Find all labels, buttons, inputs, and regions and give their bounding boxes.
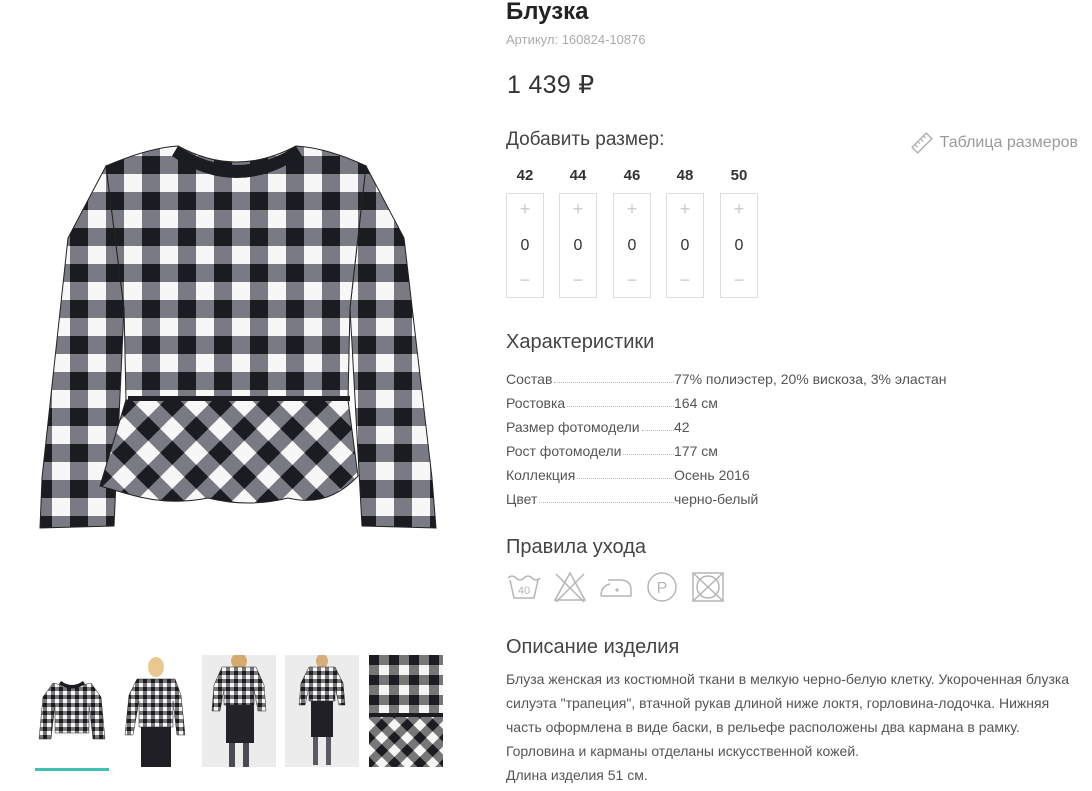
characteristic-value: Осень 2016 xyxy=(674,467,750,483)
thumbnail-blouse-front[interactable] xyxy=(35,655,109,767)
product-sku: Артикул: 160824-10876 xyxy=(506,32,646,47)
decrement-button[interactable]: − xyxy=(507,269,543,293)
quantity-stepper: + 0 − xyxy=(559,193,597,298)
dotted-leader xyxy=(623,454,674,455)
quantity-value[interactable]: 0 xyxy=(574,237,583,255)
quantity-stepper: + 0 − xyxy=(666,193,704,298)
size-option-50: 50 + 0 − xyxy=(720,166,758,298)
quantity-stepper: + 0 − xyxy=(720,193,758,298)
dotted-leader xyxy=(577,478,674,479)
size-table-label: Таблица размеров xyxy=(939,134,1078,151)
size-option-44: 44 + 0 − xyxy=(559,166,597,298)
increment-button[interactable]: + xyxy=(614,198,650,222)
size-option-48: 48 + 0 − xyxy=(666,166,704,298)
no-bleach-icon xyxy=(553,571,587,603)
increment-button[interactable]: + xyxy=(507,198,543,222)
add-size-heading: Добавить размер: xyxy=(506,129,665,150)
size-label: 44 xyxy=(569,167,587,184)
description-heading: Описание изделия xyxy=(506,636,680,658)
quantity-value[interactable]: 0 xyxy=(735,237,744,255)
dotted-leader xyxy=(539,502,674,503)
size-option-46: 46 + 0 − xyxy=(613,166,651,298)
size-table-link[interactable]: Таблица размеров xyxy=(910,131,1078,155)
characteristic-name: Состав xyxy=(506,371,553,387)
iron-low-icon xyxy=(600,579,632,597)
description-line: силуэта "трапеция", втачной рукав длиной… xyxy=(506,695,1050,711)
dotted-leader xyxy=(554,382,674,383)
characteristic-row: Ростовка 164 см xyxy=(506,387,966,411)
characteristic-name: Рост фотомодели xyxy=(506,443,622,459)
size-label: 50 xyxy=(730,167,748,184)
characteristic-value: 77% полиэстер, 20% вискоза, 3% эластан xyxy=(674,371,947,387)
characteristic-name: Ростовка xyxy=(506,395,566,411)
characteristic-value: 164 см xyxy=(674,395,718,411)
decrement-button[interactable]: − xyxy=(560,269,596,293)
size-label: 42 xyxy=(516,167,534,184)
care-heading: Правила ухода xyxy=(506,536,647,558)
quantity-value[interactable]: 0 xyxy=(628,237,637,255)
quantity-value[interactable]: 0 xyxy=(681,237,690,255)
size-label: 46 xyxy=(623,167,641,184)
characteristic-name: Цвет xyxy=(506,491,538,507)
dotted-leader xyxy=(567,406,674,407)
dotted-leader xyxy=(641,430,674,431)
wash-temperature: 40 xyxy=(518,585,530,597)
characteristic-value: 42 xyxy=(674,419,690,435)
characteristic-row: Цвет черно-белый xyxy=(506,483,966,507)
no-tumble-dry-icon xyxy=(692,572,724,602)
increment-button[interactable]: + xyxy=(560,198,596,222)
characteristic-row: Состав 77% полиэстер, 20% вискоза, 3% эл… xyxy=(506,363,966,387)
thumbnail-model-back[interactable] xyxy=(202,655,276,767)
thumbnail-model-full[interactable] xyxy=(285,655,359,767)
characteristic-row: Размер фотомодели 42 xyxy=(506,411,966,435)
product-description: Блуза женская из костюмной ткани в мелку… xyxy=(506,667,1080,787)
quantity-value[interactable]: 0 xyxy=(521,237,530,255)
dry-clean-letter: P xyxy=(657,580,668,597)
wash-40-icon: 40 xyxy=(507,575,541,599)
product-title: Блузка xyxy=(506,0,589,25)
decrement-button[interactable]: − xyxy=(667,269,703,293)
main-product-photo[interactable] xyxy=(28,8,446,638)
increment-button[interactable]: + xyxy=(721,198,757,222)
decrement-button[interactable]: − xyxy=(614,269,650,293)
characteristics-list: Состав 77% полиэстер, 20% вискоза, 3% эл… xyxy=(506,363,966,507)
dry-clean-p-icon: P xyxy=(647,572,677,602)
description-line: Горловина и карманы отделаны искусственн… xyxy=(506,743,860,759)
characteristic-value: черно-белый xyxy=(674,491,759,507)
description-line: Длина изделия 51 см. xyxy=(506,767,648,783)
decrement-button[interactable]: − xyxy=(721,269,757,293)
description-line: Блуза женская из костюмной ткани в мелку… xyxy=(506,671,1070,687)
ruler-icon xyxy=(910,132,933,154)
active-thumbnail-indicator xyxy=(35,768,109,771)
characteristic-name: Коллекция xyxy=(506,467,576,483)
size-option-42: 42 + 0 − xyxy=(506,166,544,298)
description-line: часть оформлена в виде баски, в рельефе … xyxy=(506,719,1020,735)
product-price: 1 439 ₽ xyxy=(507,71,595,99)
care-icons: 40 P xyxy=(506,570,726,604)
increment-button[interactable]: + xyxy=(667,198,703,222)
quantity-stepper: + 0 − xyxy=(613,193,651,298)
characteristic-row: Коллекция Осень 2016 xyxy=(506,459,966,483)
characteristic-value: 177 см xyxy=(674,443,718,459)
size-label: 48 xyxy=(676,167,694,184)
thumbnail-model-front[interactable] xyxy=(119,655,193,767)
characteristics-heading: Характеристики xyxy=(506,331,655,353)
thumbnail-fabric-detail[interactable] xyxy=(369,655,443,767)
quantity-stepper: + 0 − xyxy=(506,193,544,298)
characteristic-name: Размер фотомодели xyxy=(506,419,640,435)
characteristic-row: Рост фотомодели 177 см xyxy=(506,435,966,459)
